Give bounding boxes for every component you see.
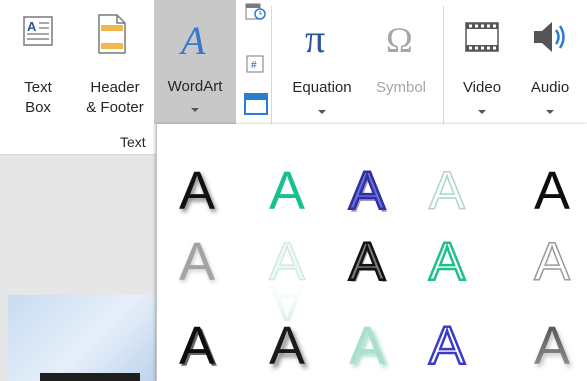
- wordart-style-1[interactable]: Fill: Black, Text color 1; Shadow A A: [179, 161, 217, 224]
- equation-label: Equation: [292, 79, 352, 96]
- object-icon[interactable]: [244, 92, 268, 116]
- svg-text:A: A: [349, 161, 385, 221]
- svg-text:A: A: [349, 232, 385, 292]
- svg-text:A: A: [179, 161, 215, 221]
- svg-text:A: A: [179, 316, 215, 376]
- wordart-style-11[interactable]: Fill: Black; Shadow A A: [179, 316, 217, 378]
- svg-text:Ω: Ω: [386, 20, 413, 58]
- wordart-dropdown-icon: [191, 108, 199, 112]
- svg-text:A: A: [269, 316, 305, 376]
- video-button[interactable]: Video: [452, 10, 512, 126]
- omega-icon: Ω: [386, 20, 413, 58]
- wordart-style-13[interactable]: Fill: Light teal; Shadow A A: [349, 316, 388, 379]
- audio-dropdown-icon: [546, 110, 554, 114]
- wordart-style-5[interactable]: Fill: Black, Text color 1 A: [534, 161, 570, 221]
- header-footer-label-line2: & Footer: [86, 99, 144, 116]
- wordart-style-8[interactable]: Fill: Gray; Outline: Black A A: [348, 231, 387, 294]
- svg-text:π: π: [305, 18, 325, 58]
- wordart-button[interactable]: A WordArt: [154, 0, 236, 124]
- film-strip-icon: [465, 22, 499, 52]
- wordart-label: WordArt: [167, 78, 223, 95]
- speaker-icon: [534, 22, 565, 52]
- svg-text:A: A: [27, 19, 37, 34]
- text-box-label-line2: Box: [25, 99, 51, 116]
- wordart-style-9[interactable]: Fill: White; Outline: Teal A: [428, 231, 467, 294]
- audio-label: Audio: [530, 79, 570, 96]
- wordart-gallery: Fill: Black, Text color 1; Shadow A A Fi…: [156, 124, 587, 381]
- text-box-label-line1: Text: [24, 79, 52, 96]
- wordart-style-3[interactable]: Fill: Blue, Accent color; Outline A A: [348, 160, 387, 224]
- wordart-style-6[interactable]: Fill: Gray; Shadow A A: [179, 232, 216, 294]
- svg-text:A: A: [429, 232, 465, 292]
- wordart-icon: A: [178, 18, 206, 62]
- header-footer-button[interactable]: Header & Footer: [76, 10, 154, 126]
- slide-thumbnail[interactable]: [8, 295, 158, 381]
- audio-button[interactable]: Audio: [518, 10, 582, 126]
- pi-icon: π: [305, 18, 325, 58]
- text-box-button[interactable]: A Text Box: [14, 10, 62, 126]
- equation-button[interactable]: π Equation: [284, 10, 360, 126]
- svg-text:A: A: [534, 316, 570, 376]
- date-time-icon[interactable]: [245, 1, 267, 21]
- video-label: Video: [462, 79, 502, 96]
- svg-text:A: A: [178, 18, 206, 62]
- text-box-icon: A: [23, 16, 53, 46]
- svg-text:#: #: [251, 60, 257, 71]
- wordart-style-12[interactable]: Fill: Black; Soft shadow A A: [269, 316, 308, 380]
- equation-dropdown-icon: [318, 110, 326, 114]
- wordart-style-4[interactable]: Fill: White; Outline: Teal A: [428, 160, 466, 222]
- wordart-style-15[interactable]: Fill: Gray; Shadow A A: [534, 316, 572, 379]
- slide-number-icon[interactable]: #: [245, 54, 267, 74]
- svg-text:A: A: [349, 316, 385, 376]
- video-dropdown-icon: [478, 110, 486, 114]
- wordart-style-10[interactable]: Fill: White; Outline: Gray A: [533, 231, 571, 293]
- header-footer-icon: [98, 14, 126, 54]
- wordart-style-2[interactable]: Fill: Teal, Accent color A: [269, 161, 305, 221]
- svg-text:A: A: [269, 161, 305, 221]
- svg-text:A: A: [534, 161, 570, 221]
- svg-text:A: A: [429, 161, 465, 221]
- symbol-button[interactable]: Ω Symbol: [366, 10, 436, 126]
- header-footer-label-line1: Header: [90, 79, 140, 96]
- slide-title-fragment: [40, 373, 140, 381]
- wordart-style-grid: Fill: Black, Text color 1; Shadow A A Fi…: [179, 160, 572, 380]
- svg-text:A: A: [534, 232, 570, 292]
- wordart-style-14[interactable]: Fill: White; Outline: Blue A: [428, 315, 467, 378]
- svg-text:A: A: [179, 232, 215, 292]
- symbol-label: Symbol: [375, 79, 427, 96]
- text-group-label: Text: [120, 134, 146, 150]
- svg-text:A: A: [429, 316, 465, 376]
